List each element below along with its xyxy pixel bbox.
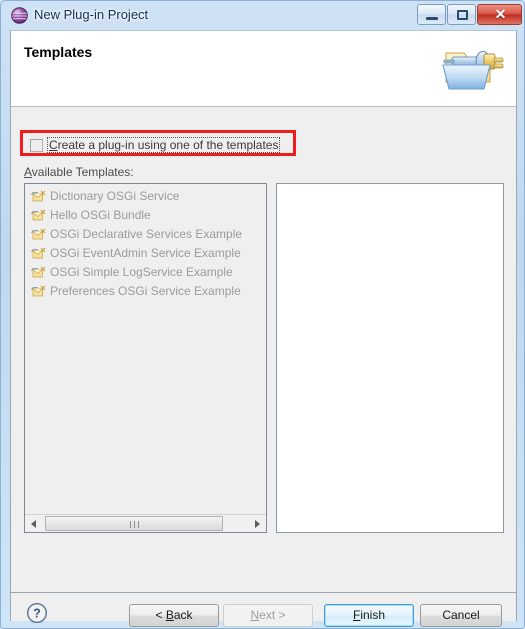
list-item-label: OSGi Declarative Services Example [50,227,243,241]
plugin-folder-icon [438,37,506,95]
template-plugin-icon [30,208,47,223]
finish-button-label: inish [360,608,386,622]
list-item-label: Preferences OSGi Service Example [50,284,241,298]
cancel-button[interactable]: Cancel [420,604,502,627]
finish-button[interactable]: Finish [324,604,414,627]
list-item[interactable]: Dictionary OSGi Service [25,187,266,206]
create-from-template-label[interactable]: Create a plug-in using one of the templa… [47,137,281,153]
list-item[interactable]: OSGi Declarative Services Example [25,225,266,244]
create-from-template-row[interactable]: Create a plug-in using one of the templa… [20,130,296,156]
available-templates-text: vailable Templates: [31,165,134,179]
checkbox-label-mnemonic: C [49,138,58,152]
title-bar[interactable]: New Plug-in Project ✕ [1,1,525,30]
window-controls: ✕ [416,4,522,26]
cancel-button-label: Cancel [442,608,480,622]
list-item[interactable]: OSGi EventAdmin Service Example [25,244,266,263]
template-plugin-icon [30,227,47,242]
window-title: New Plug-in Project [34,7,149,22]
template-plugin-icon [30,284,47,299]
templates-list: Dictionary OSGi Service Hello OSGi Bundl… [25,187,266,301]
list-item-label: Dictionary OSGi Service [50,189,180,203]
restore-icon [457,10,468,20]
minimize-icon [426,17,438,20]
next-button-label: ext > [259,608,286,622]
help-icon[interactable]: ? [26,602,48,624]
eclipse-sphere-icon [11,7,28,24]
scroll-right-button[interactable] [249,515,266,532]
chevron-right-icon [255,520,260,528]
list-item-label: OSGi Simple LogService Example [50,265,233,279]
button-bar: ? < Back Next > Finish Cancel [11,593,516,627]
templates-listbox[interactable]: Dictionary OSGi Service Hello OSGi Bundl… [24,183,267,533]
horizontal-scrollbar[interactable] [25,514,266,532]
dialog-client-area: Templates Create a plug-in using one of … [10,30,517,627]
back-button-label: ack [173,608,193,622]
list-item[interactable]: Preferences OSGi Service Example [25,282,266,301]
available-templates-mnemonic: A [24,165,32,179]
available-templates-label: Available Templates: [24,165,134,179]
back-button-prefix: < [155,608,166,622]
minimize-button[interactable] [417,4,446,25]
template-description-panel [276,183,504,533]
scrollbar-grip-icon [130,521,139,528]
next-button[interactable]: Next > [223,604,313,627]
list-item[interactable]: Hello OSGi Bundle [25,206,266,225]
list-item-label: Hello OSGi Bundle [50,208,151,222]
wizard-banner: Templates [11,31,516,107]
close-button[interactable]: ✕ [477,4,522,25]
restore-button[interactable] [447,4,476,25]
checkbox-label-text: reate a plug-in using one of the templat… [57,138,279,152]
list-item-label: OSGi EventAdmin Service Example [50,246,241,260]
create-from-template-checkbox[interactable] [30,139,43,152]
scroll-left-button[interactable] [25,515,42,532]
list-item[interactable]: OSGi Simple LogService Example [25,263,266,282]
svg-text:?: ? [33,607,41,621]
next-button-mnemonic: N [250,608,260,622]
template-plugin-icon [30,189,47,204]
scrollbar-thumb[interactable] [45,516,223,531]
back-button[interactable]: < Back [129,604,219,627]
template-plugin-icon [30,246,47,261]
template-plugin-icon [30,265,47,280]
back-button-mnemonic: B [165,608,174,622]
dialog-window: New Plug-in Project ✕ Templates Create a… [0,0,525,629]
chevron-left-icon [31,520,36,528]
page-title: Templates [24,44,93,60]
close-icon: ✕ [494,6,507,22]
